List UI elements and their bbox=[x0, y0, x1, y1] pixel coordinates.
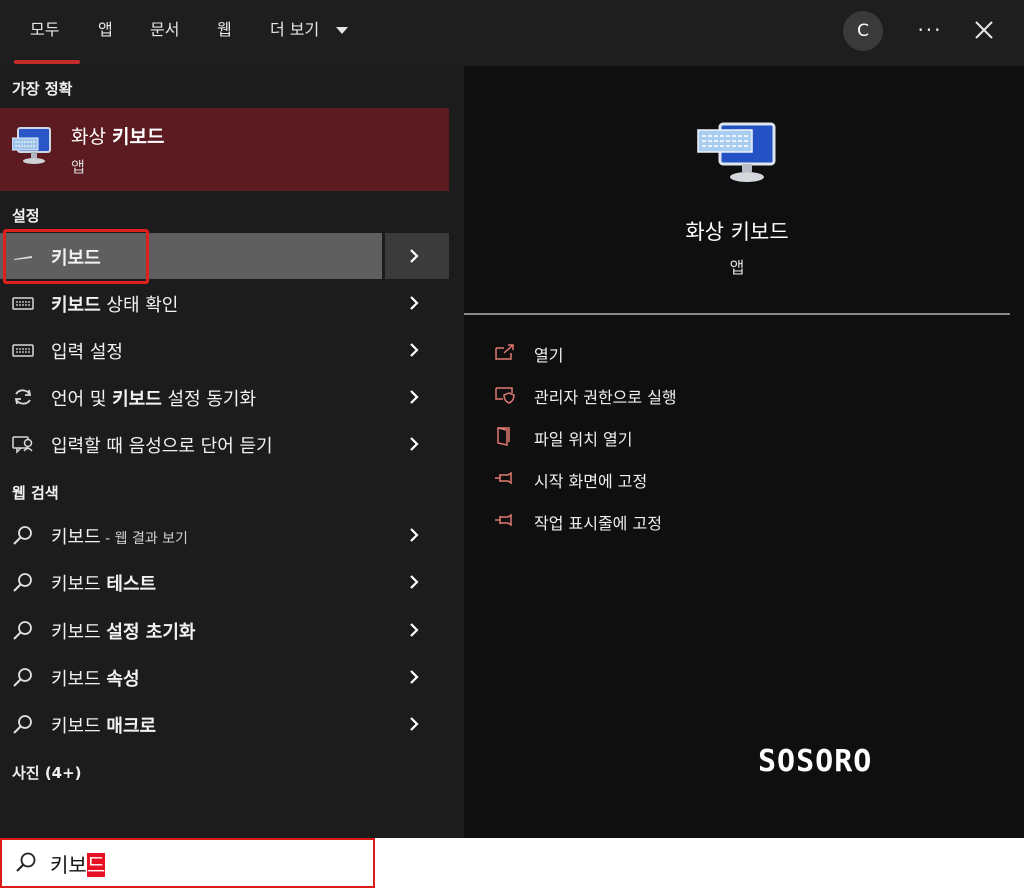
preview-pane: 화상 키보드 앱 열기 관리자 권한으로 실행 파일 위치 열기 시작 화면에 … bbox=[464, 66, 1024, 838]
keyboard-icon bbox=[12, 344, 34, 357]
search-icon bbox=[13, 526, 32, 545]
web-result-item[interactable]: 키보드 - 웹 결과 보기 bbox=[0, 512, 449, 558]
web-result-label: 키보드 속성 bbox=[51, 669, 140, 690]
action-label: 작업 표시줄에 고정 bbox=[534, 514, 662, 533]
active-tab-indicator bbox=[14, 60, 80, 64]
chevron-right-icon[interactable] bbox=[406, 294, 422, 312]
settings-item-voice[interactable]: 입력할 때 음성으로 단어 듣기 bbox=[0, 421, 449, 467]
best-match-subtitle: 앱 bbox=[71, 158, 85, 176]
action-open-file-location[interactable]: 파일 위치 열기 bbox=[494, 422, 894, 452]
web-result-label: 키보드 매크로 bbox=[51, 716, 157, 737]
chevron-down-icon[interactable] bbox=[336, 27, 348, 34]
chevron-right-icon[interactable] bbox=[406, 341, 422, 359]
tab-apps[interactable]: 앱 bbox=[98, 0, 113, 66]
web-result-item[interactable]: 키보드 매크로 bbox=[0, 701, 449, 747]
watermark: SOSORO bbox=[758, 744, 873, 779]
search-icon bbox=[16, 852, 36, 872]
search-icon bbox=[13, 621, 32, 640]
search-selection: 드 bbox=[86, 853, 106, 877]
preview-app-type: 앱 bbox=[729, 258, 745, 277]
tab-web[interactable]: 웹 bbox=[217, 0, 232, 66]
chevron-right-icon[interactable] bbox=[406, 388, 422, 406]
action-label: 열기 bbox=[534, 346, 564, 365]
chevron-right-icon[interactable] bbox=[406, 573, 422, 591]
chevron-right-icon[interactable] bbox=[406, 247, 422, 265]
web-result-item[interactable]: 키보드 설정 초기화 bbox=[0, 607, 449, 653]
best-match-item[interactable]: 화상 키보드 앱 bbox=[0, 108, 449, 191]
settings-heading: 설정 bbox=[12, 207, 40, 225]
tab-documents[interactable]: 문서 bbox=[150, 0, 179, 66]
web-search-heading: 웹 검색 bbox=[12, 484, 59, 502]
chevron-right-icon[interactable] bbox=[406, 668, 422, 686]
action-pin-to-taskbar[interactable]: 작업 표시줄에 고정 bbox=[494, 506, 894, 536]
search-icon bbox=[13, 573, 32, 592]
tab-more[interactable]: 더 보기 bbox=[270, 0, 319, 66]
pin-icon bbox=[495, 513, 512, 527]
best-match-title: 화상 키보드 bbox=[71, 126, 165, 148]
chevron-right-icon[interactable] bbox=[406, 621, 422, 639]
action-run-as-admin[interactable]: 관리자 권한으로 실행 bbox=[494, 380, 894, 410]
more-options-icon[interactable]: ··· bbox=[914, 14, 946, 46]
pin-icon bbox=[495, 471, 512, 485]
action-open[interactable]: 열기 bbox=[494, 338, 894, 368]
preview-app-title: 화상 키보드 bbox=[685, 220, 789, 244]
web-result-label: 키보드 - 웹 결과 보기 bbox=[51, 527, 188, 548]
action-pin-to-start[interactable]: 시작 화면에 고정 bbox=[494, 464, 894, 494]
settings-item-sync[interactable]: 언어 및 키보드 설정 동기화 bbox=[0, 374, 449, 420]
close-icon[interactable] bbox=[966, 12, 1002, 48]
highlight-annotation-box bbox=[3, 229, 149, 284]
settings-item-label: 언어 및 키보드 설정 동기화 bbox=[51, 389, 257, 410]
settings-item-input[interactable]: 입력 설정 bbox=[0, 327, 449, 373]
account-avatar[interactable]: C bbox=[843, 11, 883, 51]
web-result-item[interactable]: 키보드 테스트 bbox=[0, 559, 449, 605]
preview-divider bbox=[464, 313, 1010, 315]
folder-icon bbox=[497, 427, 510, 446]
tab-all[interactable]: 모두 bbox=[30, 0, 59, 66]
settings-item-label: 입력 설정 bbox=[51, 342, 123, 363]
results-list: 가장 정확 화상 키보드 앱 설정 키보드 키보드 상태 확인 입력 설정 언어… bbox=[0, 66, 450, 838]
filter-tab-bar: 모두 앱 문서 웹 더 보기 C ··· bbox=[0, 0, 1024, 66]
web-result-label: 키보드 설정 초기화 bbox=[51, 622, 196, 643]
chevron-right-icon[interactable] bbox=[406, 715, 422, 733]
settings-item-keyboard-status[interactable]: 키보드 상태 확인 bbox=[0, 280, 449, 326]
web-result-label: 키보드 테스트 bbox=[51, 574, 157, 595]
action-label: 파일 위치 열기 bbox=[534, 430, 633, 449]
photos-heading[interactable]: 사진 (4+) bbox=[12, 762, 82, 783]
settings-item-label: 키보드 상태 확인 bbox=[51, 295, 179, 316]
search-icon bbox=[13, 668, 32, 687]
search-icon bbox=[13, 715, 32, 734]
speech-icon bbox=[12, 436, 33, 454]
on-screen-keyboard-app-icon bbox=[12, 127, 51, 164]
action-label: 시작 화면에 고정 bbox=[534, 472, 648, 491]
chevron-right-icon[interactable] bbox=[406, 435, 422, 453]
shield-icon bbox=[495, 387, 515, 404]
best-match-heading: 가장 정확 bbox=[12, 80, 73, 98]
open-icon bbox=[495, 344, 514, 360]
chevron-right-icon[interactable] bbox=[406, 526, 422, 544]
keyboard-icon bbox=[12, 297, 34, 310]
search-input[interactable]: 키보드 bbox=[50, 849, 106, 878]
web-result-item[interactable]: 키보드 속성 bbox=[0, 654, 449, 700]
search-bar[interactable]: 키보드 bbox=[0, 838, 1024, 888]
action-label: 관리자 권한으로 실행 bbox=[534, 388, 677, 407]
on-screen-keyboard-app-icon bbox=[697, 122, 776, 182]
settings-item-label: 입력할 때 음성으로 단어 듣기 bbox=[51, 436, 273, 457]
sync-icon bbox=[14, 389, 32, 405]
